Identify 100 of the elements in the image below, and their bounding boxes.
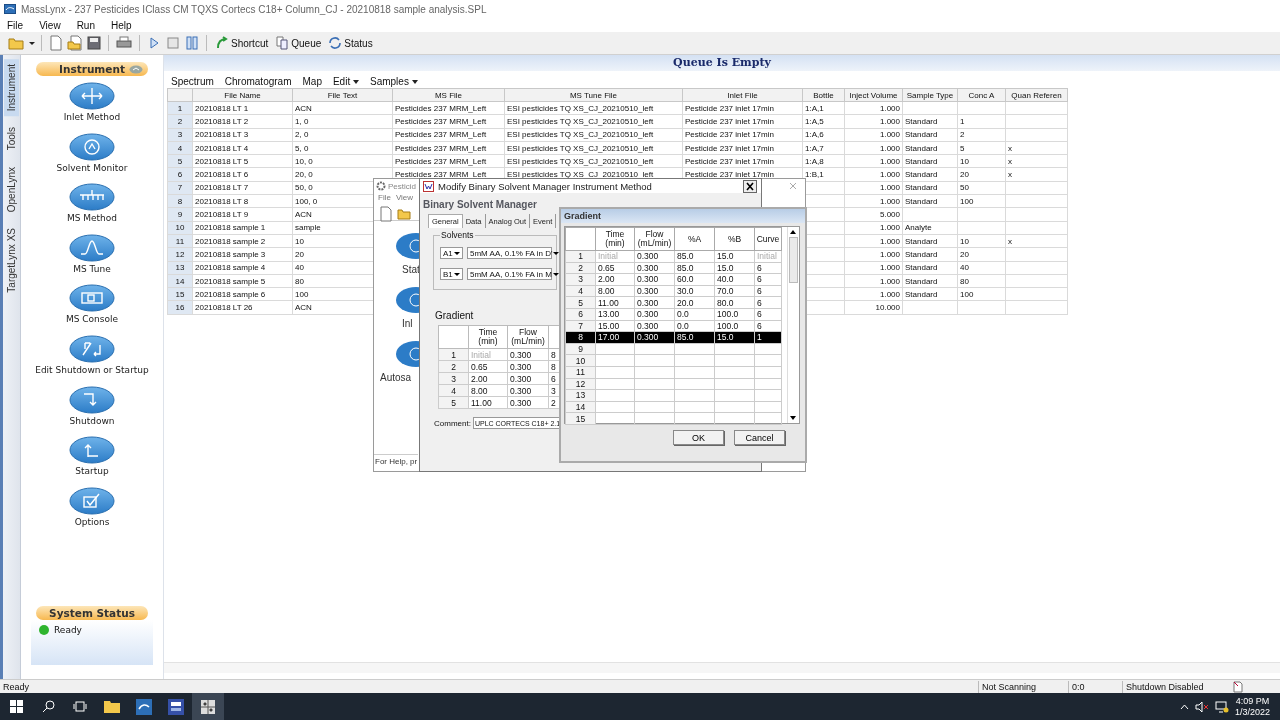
column-header[interactable]: MS File <box>392 88 505 102</box>
column-header[interactable]: Sample Type <box>902 88 958 102</box>
table-cell[interactable]: 40.0 <box>714 273 755 286</box>
menu-item[interactable]: File <box>6 19 25 31</box>
dialog-button[interactable]: OK <box>673 430 724 445</box>
channel-dropdown[interactable]: A1 <box>440 247 463 259</box>
row-number[interactable]: 7 <box>565 320 596 332</box>
side-tab[interactable]: OpenLynx <box>4 161 19 217</box>
close-icon[interactable] <box>743 179 757 193</box>
table-cell[interactable]: 70.0 <box>714 285 755 297</box>
menu-item[interactable]: Chromatogram <box>224 74 292 88</box>
table-cell[interactable]: 0.300 <box>634 320 675 332</box>
sidebar-item[interactable]: MS Method <box>66 182 118 233</box>
dialog-button[interactable]: Cancel <box>734 430 785 445</box>
row-number[interactable]: 14 <box>565 401 596 413</box>
clock-time: 4:09 PM <box>1235 695 1270 707</box>
menu-item[interactable]: Map <box>302 74 322 88</box>
toolbar-button[interactable]: Queue <box>273 35 324 51</box>
table-cell[interactable]: 6 <box>754 296 782 309</box>
menu-item[interactable]: Run <box>75 19 96 31</box>
row-number[interactable]: 9 <box>565 343 596 355</box>
table-cell[interactable]: 15.0 <box>714 262 755 274</box>
menu-item[interactable]: File <box>378 193 391 206</box>
menu-item[interactable]: Samples <box>369 74 418 88</box>
table-cell[interactable]: 6 <box>754 285 782 297</box>
table-cell[interactable]: 6 <box>754 308 782 321</box>
channel-dropdown[interactable]: B1 <box>440 268 463 280</box>
row-number[interactable]: 12 <box>565 378 596 390</box>
open-file-icon[interactable] <box>67 35 83 51</box>
table-cell[interactable]: 80.0 <box>714 296 755 309</box>
new-file-icon[interactable] <box>378 206 394 222</box>
menu-item[interactable]: Spectrum <box>171 74 214 88</box>
table-cell[interactable]: 13.00 <box>595 308 635 321</box>
side-tab[interactable]: Instrument <box>4 59 19 117</box>
folder-icon[interactable] <box>397 206 411 220</box>
table-cell[interactable]: 30.0 <box>674 285 715 297</box>
column-header[interactable]: File Text <box>292 88 393 102</box>
sidebar-item[interactable]: MS Tune <box>68 232 116 284</box>
chevron-up-icon[interactable] <box>1179 703 1189 710</box>
menu-item[interactable]: View <box>395 193 414 206</box>
table-cell[interactable]: 0.300 <box>634 296 675 309</box>
row-number[interactable]: 4 <box>565 285 596 297</box>
sidebar-item[interactable]: Shutdown <box>68 384 116 436</box>
pause-icon[interactable] <box>184 35 200 51</box>
table-cell[interactable]: 8.00 <box>595 285 635 297</box>
sidebar-item[interactable]: Options <box>68 485 116 537</box>
table-cell[interactable]: 60.0 <box>674 273 715 286</box>
table-cell[interactable]: 85.0 <box>674 250 715 263</box>
menu-item[interactable]: Help <box>110 19 133 31</box>
column-header[interactable]: Conc A <box>957 88 1006 102</box>
row-number[interactable]: 2 <box>565 262 596 274</box>
table-cell[interactable]: 11.00 <box>595 296 635 309</box>
toolbar-button[interactable]: Shortcut <box>213 35 271 51</box>
table-cell: 0.300 <box>507 348 549 361</box>
table-cell[interactable]: 0.0 <box>674 320 715 332</box>
table-cell[interactable]: 20.0 <box>674 296 715 309</box>
table-cell[interactable]: 15.00 <box>595 320 635 332</box>
table-cell[interactable]: 85.0 <box>674 262 715 274</box>
table-cell[interactable]: 6 <box>754 273 782 286</box>
table-cell[interactable]: 6 <box>754 262 782 274</box>
taskbar-app[interactable] <box>192 693 224 720</box>
column-header[interactable]: File Name <box>192 88 293 102</box>
table-cell[interactable]: 15.0 <box>714 250 755 263</box>
column-header[interactable]: Quan Referen <box>1005 88 1068 102</box>
table-cell[interactable]: 0.300 <box>634 262 675 274</box>
print-icon[interactable] <box>115 35 133 51</box>
table-cell[interactable]: 6 <box>754 320 782 332</box>
side-tab[interactable]: Tools <box>4 122 19 156</box>
table-cell[interactable]: 0.300 <box>634 250 675 263</box>
table-cell[interactable]: 0.300 <box>634 308 675 321</box>
column-header[interactable]: MS Tune File <box>504 88 683 102</box>
toolbar-button[interactable]: Status <box>326 35 375 51</box>
side-tab[interactable]: TargetLynx XS <box>4 222 19 298</box>
table-cell[interactable]: 0.300 <box>634 273 675 286</box>
menu-item[interactable]: Edit <box>332 74 359 88</box>
network-icon[interactable] <box>1214 700 1229 713</box>
table-cell[interactable]: 0.300 <box>634 285 675 297</box>
table-cell[interactable]: 100.0 <box>714 320 755 332</box>
item-label[interactable]: Inl <box>402 318 413 329</box>
sidebar-item[interactable]: MS Console <box>65 283 119 334</box>
sidebar-item[interactable]: Inlet Method <box>63 81 121 132</box>
scroll-thumb[interactable] <box>789 237 798 283</box>
column-header[interactable]: Bottle <box>802 88 845 102</box>
sidebar-item[interactable]: Startup <box>68 435 116 486</box>
menu-item[interactable]: View <box>38 19 62 31</box>
speaker-icon[interactable] <box>1194 700 1209 713</box>
table-cell: Pesticide 237 inlet 17min <box>682 154 803 168</box>
item-label[interactable]: Stat <box>402 264 420 275</box>
table-cell[interactable]: 0.65 <box>595 262 635 274</box>
new-file-icon[interactable] <box>48 35 64 51</box>
table-cell[interactable]: 100.0 <box>714 308 755 321</box>
sidebar-item[interactable]: Edit Shutdown or Startup <box>35 333 149 385</box>
save-icon[interactable] <box>86 35 102 51</box>
column-header[interactable]: Inject Volume <box>844 88 903 102</box>
column-header[interactable]: Inlet File <box>682 88 803 102</box>
table-cell[interactable]: 2.00 <box>595 273 635 286</box>
sidebar-item[interactable]: Solvent Monitor <box>56 131 128 183</box>
item-label[interactable]: Autosa <box>380 372 412 383</box>
table-cell[interactable]: 0.0 <box>674 308 715 321</box>
table-cell: Standard <box>902 168 958 182</box>
